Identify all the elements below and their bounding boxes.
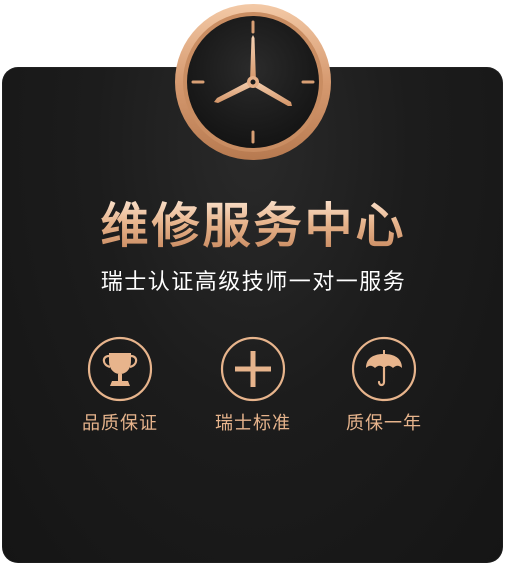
feature-quality: 品质保证 [72, 336, 168, 436]
umbrella-icon [351, 336, 417, 402]
feature-swiss-standard: 瑞士标准 [205, 336, 301, 436]
feature-warranty: 质保一年 [336, 336, 432, 436]
feature-label: 瑞士标准 [215, 413, 291, 434]
trophy-icon [87, 336, 153, 402]
plus-cross-icon [220, 336, 286, 402]
feature-label: 品质保证 [82, 413, 158, 434]
page-subtitle: 瑞士认证高级技师一对一服务 [100, 270, 407, 295]
clock-icon [175, 4, 331, 160]
feature-label: 质保一年 [346, 413, 422, 434]
page-title: 维修服务中心 [0, 198, 507, 254]
